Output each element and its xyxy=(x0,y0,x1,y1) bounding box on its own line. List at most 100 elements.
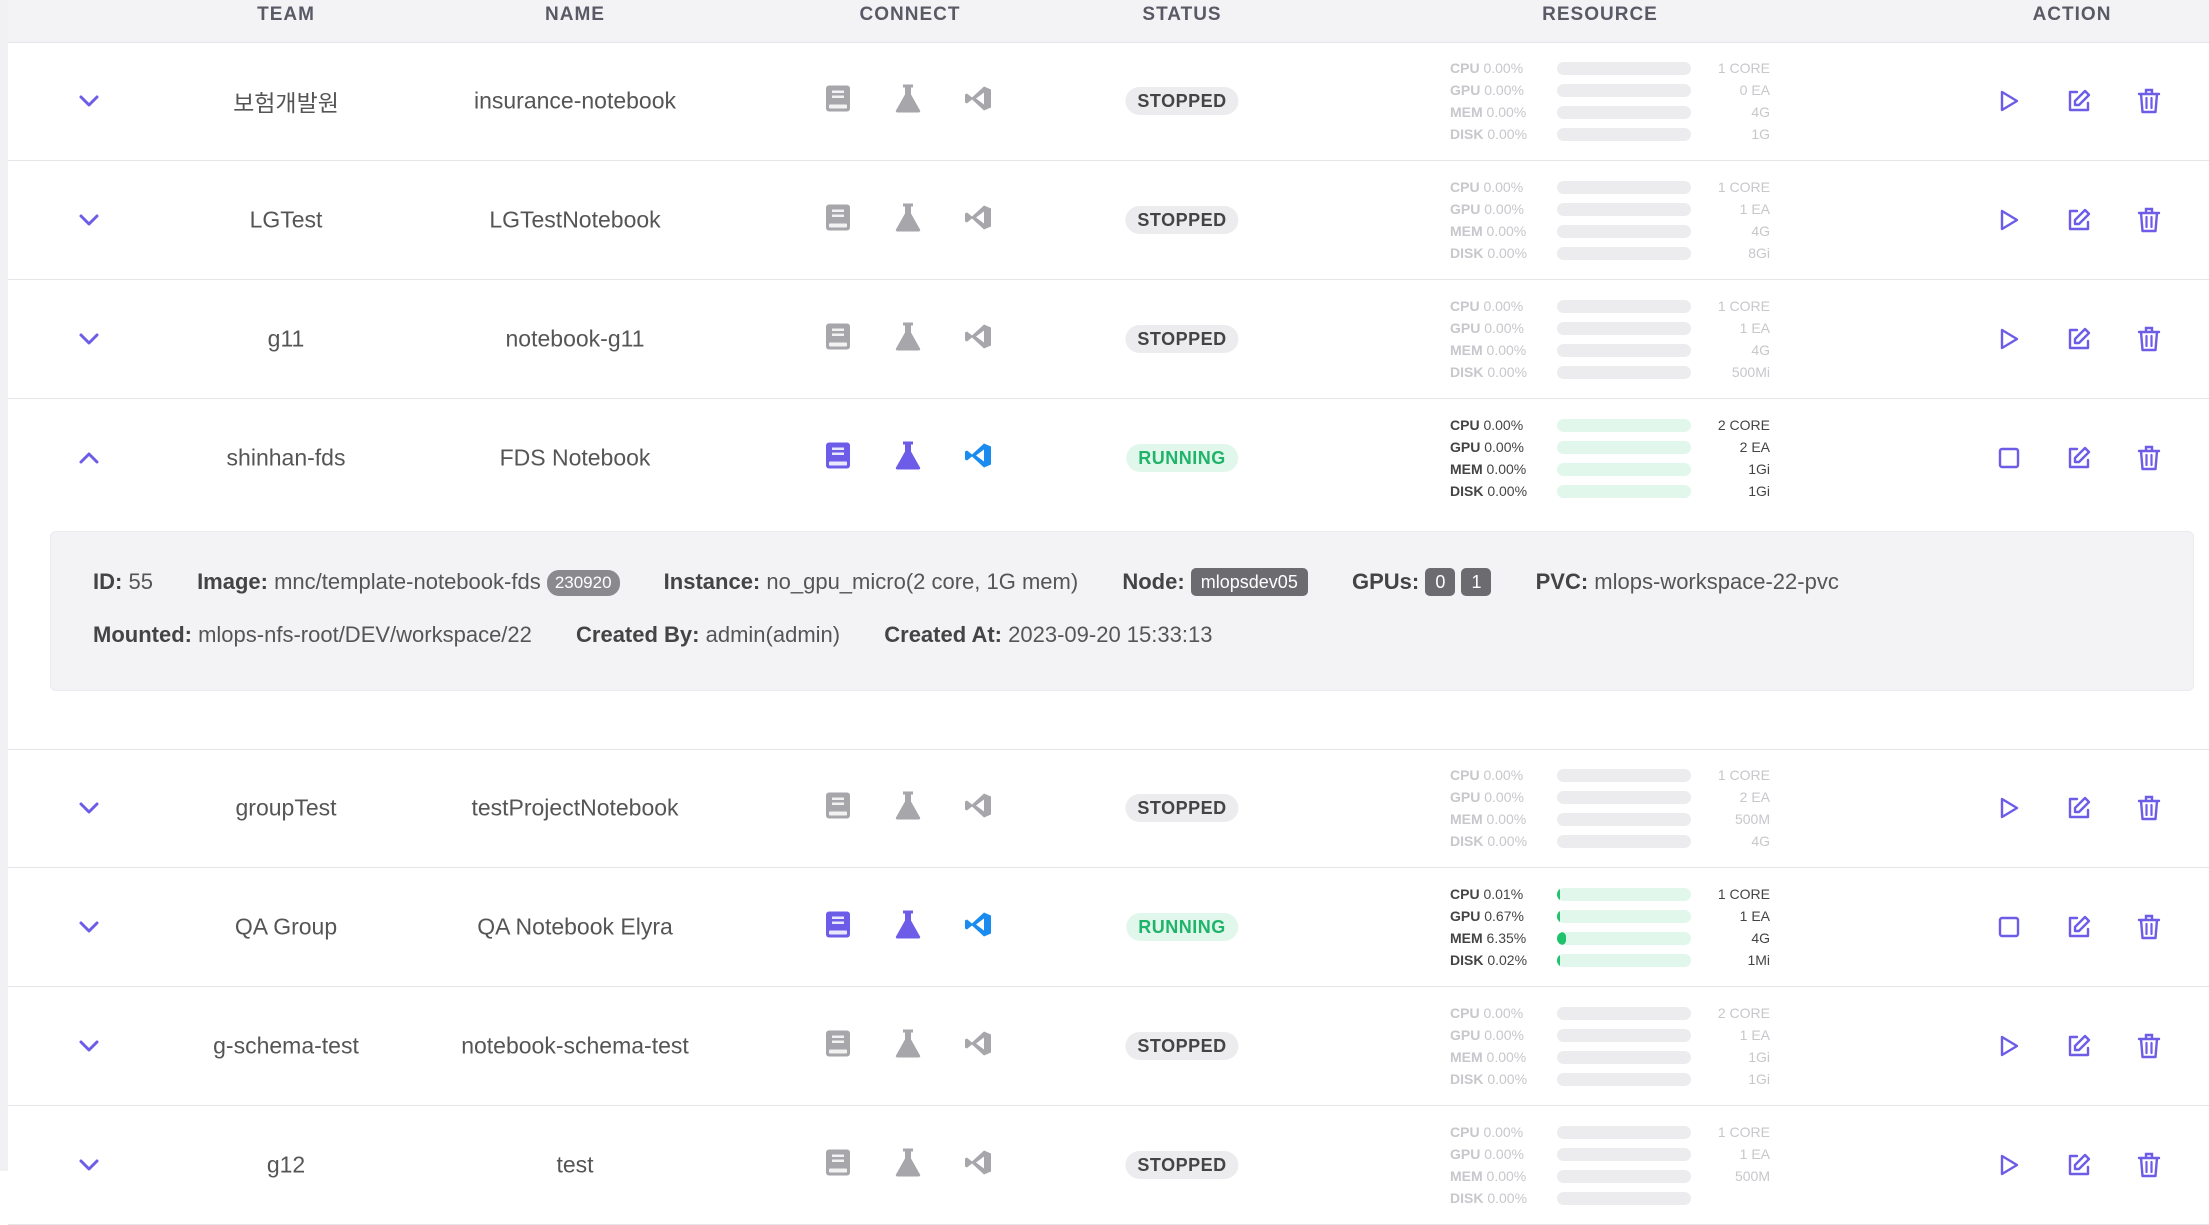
vscode-icon[interactable] xyxy=(964,792,992,825)
jupyter-lab-icon[interactable] xyxy=(895,910,921,945)
column-team: TEAM xyxy=(257,4,315,25)
table-row: g11 notebook-g11 STOPPED CPU 0.00% 1 COR… xyxy=(8,280,2209,399)
chevron-down-icon xyxy=(77,919,101,935)
vscode-icon[interactable] xyxy=(964,1030,992,1063)
notebook-name: FDS Notebook xyxy=(499,444,651,471)
start-button[interactable] xyxy=(1998,89,2020,113)
status-badge: STOPPED xyxy=(1125,794,1239,822)
team-name: g11 xyxy=(267,325,305,352)
jupyter-lab-icon[interactable] xyxy=(895,1148,921,1183)
edit-button[interactable] xyxy=(2066,445,2092,471)
trash-icon xyxy=(2137,326,2161,352)
edit-button[interactable] xyxy=(2066,88,2092,114)
resource-mem: MEM 0.00% 1Gi xyxy=(1450,460,1770,478)
resource-cpu-label: CPU 0.00% xyxy=(1450,298,1524,314)
vscode-icon[interactable] xyxy=(964,1149,992,1182)
trash-icon xyxy=(2137,1033,2161,1059)
jupyter-notebook-icon[interactable] xyxy=(825,1149,851,1182)
resource-disk-label: DISK 0.00% xyxy=(1450,483,1528,499)
start-button[interactable] xyxy=(1998,1034,2020,1058)
delete-button[interactable] xyxy=(2137,445,2161,471)
image-tag-badge: 230920 xyxy=(546,570,620,596)
edit-button[interactable] xyxy=(2066,1152,2092,1178)
edit-icon xyxy=(2066,445,2092,471)
expand-row-button[interactable] xyxy=(77,1038,101,1054)
resource-gpu-capacity: 1 EA xyxy=(1739,201,1770,217)
collapse-row-button[interactable] xyxy=(77,450,101,466)
expand-row-button[interactable] xyxy=(77,212,101,228)
resource-gpu-capacity: 1 EA xyxy=(1739,908,1770,924)
jupyter-notebook-icon[interactable] xyxy=(825,911,851,944)
stop-button[interactable] xyxy=(1998,916,2020,938)
vscode-icon[interactable] xyxy=(964,85,992,118)
delete-button[interactable] xyxy=(2137,207,2161,233)
expand-row-button[interactable] xyxy=(77,93,101,109)
resource-cpu-label: CPU 0.00% xyxy=(1450,179,1524,195)
edit-button[interactable] xyxy=(2066,795,2092,821)
jupyter-notebook-icon[interactable] xyxy=(825,1030,851,1063)
jupyter-notebook-icon[interactable] xyxy=(825,323,851,356)
stop-button[interactable] xyxy=(1998,447,2020,469)
edit-button[interactable] xyxy=(2066,326,2092,352)
table-row: QA Group QA Notebook Elyra RUNNING CPU 0… xyxy=(8,868,2209,987)
vscode-icon[interactable] xyxy=(964,911,992,944)
table-row: groupTest testProjectNotebook STOPPED CP… xyxy=(8,749,2209,868)
resource-gpu-bar xyxy=(1557,322,1691,335)
resource-gpu-bar xyxy=(1557,203,1691,216)
team-name: g-schema-test xyxy=(213,1032,359,1059)
status-badge: STOPPED xyxy=(1125,325,1239,353)
edit-button[interactable] xyxy=(2066,207,2092,233)
start-button[interactable] xyxy=(1998,1153,2020,1177)
edit-button[interactable] xyxy=(2066,914,2092,940)
resource-cpu-label: CPU 0.00% xyxy=(1450,767,1524,783)
resource-cpu: CPU 0.00% 1 CORE xyxy=(1450,1123,1770,1141)
start-button[interactable] xyxy=(1998,327,2020,351)
expand-row-button[interactable] xyxy=(77,919,101,935)
delete-button[interactable] xyxy=(2137,326,2161,352)
resource-mem-bar xyxy=(1557,463,1691,476)
resource-mem-capacity: 500M xyxy=(1734,811,1770,827)
left-edge xyxy=(0,0,8,1171)
resource-gpu-label: GPU 0.00% xyxy=(1450,201,1524,217)
delete-button[interactable] xyxy=(2137,1152,2161,1178)
jupyter-lab-icon[interactable] xyxy=(895,84,921,119)
start-button[interactable] xyxy=(1998,796,2020,820)
resource-mem-label: MEM 0.00% xyxy=(1450,1168,1527,1184)
jupyter-lab-icon[interactable] xyxy=(895,791,921,826)
jupyter-notebook-icon[interactable] xyxy=(825,85,851,118)
vscode-icon[interactable] xyxy=(964,204,992,237)
resource-disk-bar xyxy=(1557,128,1691,141)
delete-button[interactable] xyxy=(2137,1033,2161,1059)
resource-cpu-capacity: 1 CORE xyxy=(1717,767,1770,783)
delete-button[interactable] xyxy=(2137,88,2161,114)
jupyter-lab-icon[interactable] xyxy=(895,203,921,238)
gpu-badge: 0 xyxy=(1425,568,1456,596)
jupyter-notebook-icon[interactable] xyxy=(825,792,851,825)
jupyter-lab-icon[interactable] xyxy=(895,441,921,476)
resource-mem: MEM 0.00% 500M xyxy=(1450,1167,1770,1185)
jupyter-notebook-icon[interactable] xyxy=(825,442,851,475)
expand-row-button[interactable] xyxy=(77,800,101,816)
resource-disk: DISK 0.00% 8Gi xyxy=(1450,244,1770,262)
expand-row-button[interactable] xyxy=(77,331,101,347)
delete-button[interactable] xyxy=(2137,795,2161,821)
resource-disk-label: DISK 0.00% xyxy=(1450,833,1528,849)
resource-gpu: GPU 0.00% 1 EA xyxy=(1450,200,1770,218)
vscode-icon[interactable] xyxy=(964,323,992,356)
resource-disk-label: DISK 0.00% xyxy=(1450,1071,1528,1087)
jupyter-notebook-icon[interactable] xyxy=(825,204,851,237)
edit-button[interactable] xyxy=(2066,1033,2092,1059)
resource-cpu-bar xyxy=(1557,419,1691,432)
start-button[interactable] xyxy=(1998,208,2020,232)
vscode-icon[interactable] xyxy=(964,442,992,475)
resource-mem-capacity: 4G xyxy=(1751,342,1770,358)
detail-image: Image: mnc/template-notebook-fds 230920 xyxy=(197,569,620,596)
delete-button[interactable] xyxy=(2137,914,2161,940)
trash-icon xyxy=(2137,445,2161,471)
resource-disk-bar xyxy=(1557,835,1691,848)
resource-gpu-bar xyxy=(1557,1029,1691,1042)
trash-icon xyxy=(2137,795,2161,821)
jupyter-lab-icon[interactable] xyxy=(895,322,921,357)
jupyter-lab-icon[interactable] xyxy=(895,1029,921,1064)
resource-cpu: CPU 0.00% 1 CORE xyxy=(1450,59,1770,77)
